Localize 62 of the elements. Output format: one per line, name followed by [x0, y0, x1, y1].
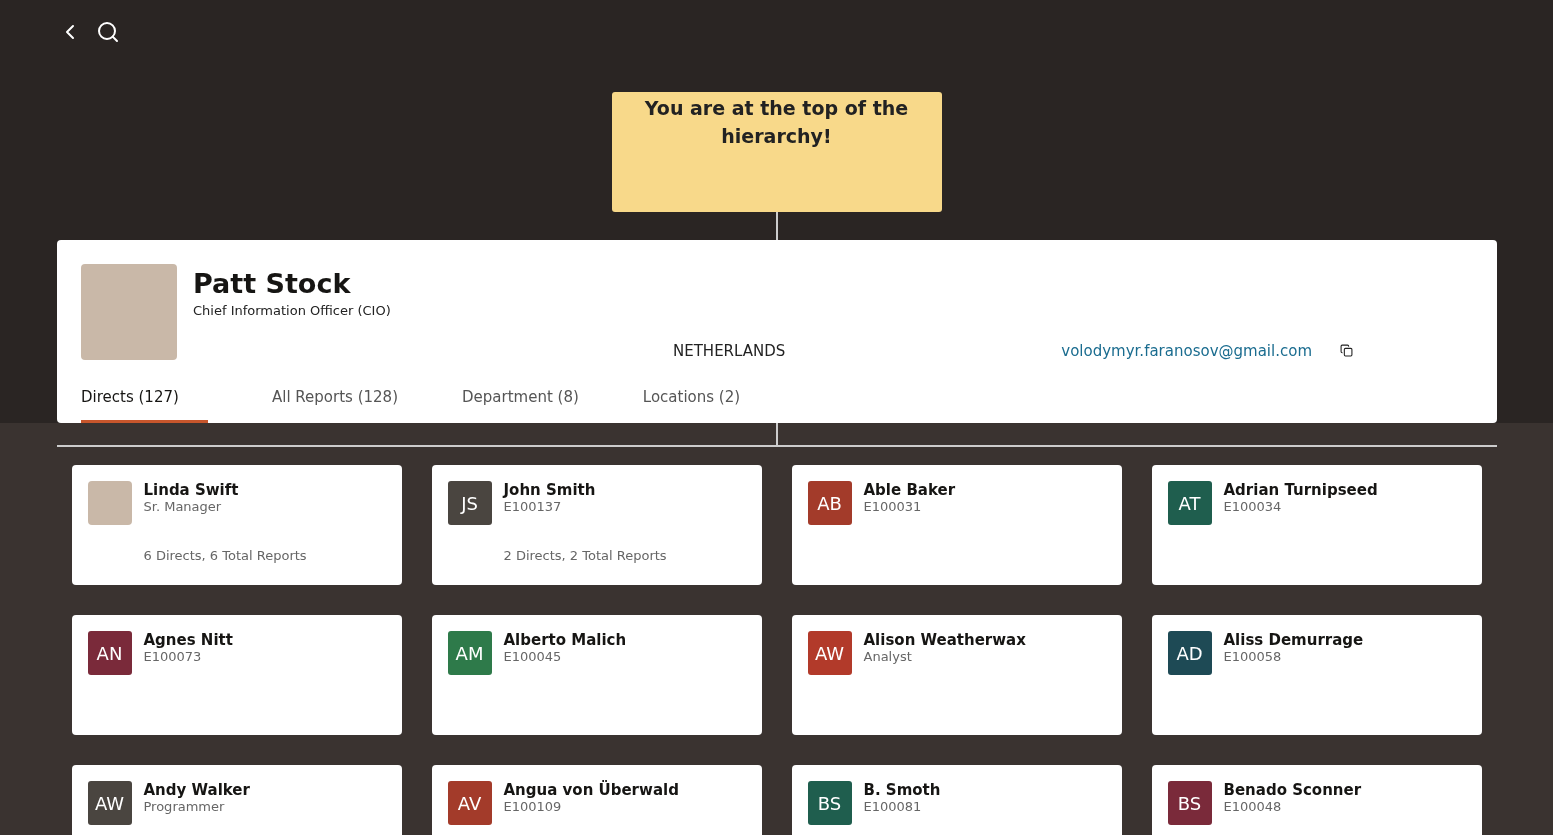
tab[interactable]: Locations (2)	[642, 380, 741, 423]
photo-placeholder	[87, 481, 132, 525]
employee-name: John Smith	[503, 481, 597, 499]
employee-name: Alberto Malich	[503, 631, 627, 649]
employee-subtitle: E100045	[503, 649, 563, 664]
copy-icon	[1340, 344, 1353, 357]
avatar-initials: AN	[87, 631, 132, 675]
employee-subtitle: E100137	[503, 499, 563, 514]
employee-name: Aliss Demurrage	[1223, 631, 1364, 649]
employee-name: Angua von Überwald	[503, 781, 679, 799]
employee-subtitle: E100109	[503, 799, 563, 814]
employee-name: Adrian Turnipseed	[1223, 481, 1378, 499]
employee-name: Andy Walker	[143, 781, 250, 799]
employee-name: Agnes Nitt	[143, 631, 233, 649]
employee-name: Benado Sconner	[1223, 781, 1362, 799]
search-button[interactable]	[96, 20, 120, 44]
avatar-initials: AM	[447, 631, 492, 675]
hierarchy-banner: You are at the top of the hierarchy!	[611, 92, 942, 212]
employee-card[interactable]: BS B. Smoth E100081	[791, 765, 1122, 835]
employee-subtitle: Sr. Manager	[143, 499, 223, 514]
employee-subtitle: E100034	[1223, 499, 1283, 514]
employee-card[interactable]: AN Agnes Nitt E100073	[71, 615, 402, 735]
employee-card[interactable]: AM Alberto Malich E100045	[431, 615, 762, 735]
profile-name: Patt Stock	[193, 268, 352, 299]
employee-name: B. Smoth	[863, 781, 941, 799]
employee-subtitle: E100058	[1223, 649, 1283, 664]
email-link[interactable]: volodymyr.faranosov@gmail.com	[1061, 342, 1312, 360]
employee-card[interactable]: JS John Smith E100137 2 Directs, 2 Total Reports	[431, 465, 762, 585]
employee-subtitle: E100073	[143, 649, 203, 664]
reports-summary: 6 Directs, 6 Total Reports	[143, 548, 307, 563]
employee-card[interactable]: AW Andy Walker Programmer	[71, 765, 402, 835]
avatar-initials: AW	[87, 781, 132, 825]
tab[interactable]: Department (8)	[462, 380, 579, 423]
employee-card[interactable]: AW Alison Weatherwax Analyst	[791, 615, 1122, 735]
avatar-initials: AW	[807, 631, 852, 675]
employee-card[interactable]: AV Angua von Überwald E100109	[431, 765, 762, 835]
employee-name: Able Baker	[863, 481, 956, 499]
employee-subtitle: Analyst	[863, 649, 913, 664]
profile-title: Chief Information Officer (CIO)	[193, 303, 391, 318]
avatar-initials: BS	[807, 781, 852, 825]
employee-card[interactable]: AD Aliss Demurrage E100058	[1151, 615, 1482, 735]
avatar-initials: AV	[447, 781, 492, 825]
employee-card[interactable]: AB Able Baker E100031	[791, 465, 1122, 585]
avatar-initials: BS	[1167, 781, 1212, 825]
search-icon	[96, 20, 120, 44]
avatar-initials: AD	[1167, 631, 1212, 675]
reports-summary: 2 Directs, 2 Total Reports	[503, 548, 667, 563]
avatar-initials: AT	[1167, 481, 1212, 525]
employee-subtitle: E100048	[1223, 799, 1283, 814]
avatar-initials: JS	[447, 481, 492, 525]
copy-button[interactable]	[1340, 344, 1353, 357]
employee-card[interactable]: Linda Swift Sr. Manager 6 Directs, 6 Total Reports	[71, 465, 402, 585]
avatar-initials: AB	[807, 481, 852, 525]
employee-subtitle: Programmer	[143, 799, 226, 814]
employee-card[interactable]: AT Adrian Turnipseed E100034	[1151, 465, 1482, 585]
employee-subtitle: E100081	[863, 799, 923, 814]
employee-name: Alison Weatherwax	[863, 631, 1026, 649]
employee-name: Linda Swift	[143, 481, 240, 499]
employee-card[interactable]: BS Benado Sconner E100048	[1151, 765, 1482, 835]
profile-country: NETHERLANDS	[673, 342, 786, 360]
tab[interactable]: All Reports (128)	[272, 380, 398, 423]
employee-subtitle: E100031	[863, 499, 923, 514]
